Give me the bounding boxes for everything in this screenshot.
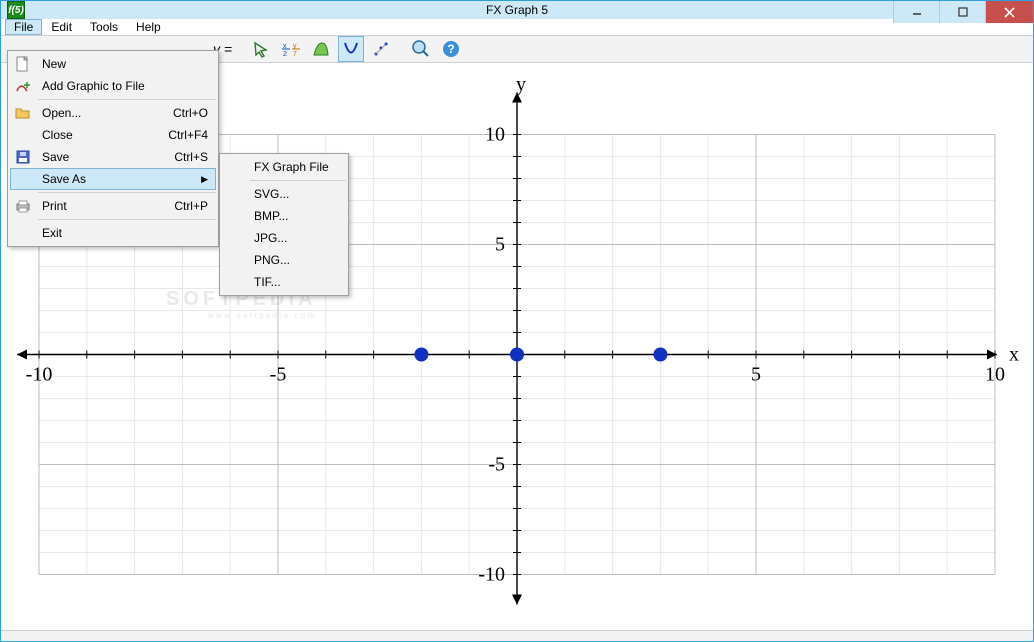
submenu-arrow-icon: ▶: [201, 174, 208, 185]
svg-text:y: y: [516, 74, 526, 96]
submenu-png[interactable]: PNG...: [222, 249, 346, 271]
window-title: FX Graph 5: [1, 3, 1033, 17]
statusbar: [1, 630, 1033, 641]
svg-text:2: 2: [283, 51, 287, 58]
svg-text:-10: -10: [26, 364, 53, 386]
open-folder-icon: [14, 104, 32, 122]
window-controls: [893, 1, 1033, 23]
points-tool-icon[interactable]: [368, 36, 394, 62]
titlebar: f(5) FX Graph 5: [1, 1, 1033, 19]
svg-text:?: ?: [447, 42, 454, 56]
save-disk-icon: [14, 148, 32, 166]
submenu-bmp[interactable]: BMP...: [222, 205, 346, 227]
close-button[interactable]: [985, 1, 1033, 23]
submenu-fxgraph[interactable]: FX Graph File: [222, 156, 346, 178]
menuitem-close[interactable]: CloseCtrl+F4: [10, 124, 216, 146]
svg-text:-5: -5: [488, 454, 505, 476]
menu-separator: [38, 99, 216, 100]
svg-text:x: x: [1009, 344, 1019, 366]
menuitem-print[interactable]: PrintCtrl+P: [10, 195, 216, 217]
submenu-tif[interactable]: TIF...: [222, 271, 346, 293]
menu-file[interactable]: File: [5, 19, 42, 35]
svg-text:5: 5: [495, 234, 505, 256]
svg-text:-5: -5: [270, 364, 287, 386]
file-menu-dropdown: New Add Graphic to File Open...Ctrl+O Cl…: [7, 50, 219, 247]
menu-separator: [38, 219, 216, 220]
menuitem-exit[interactable]: Exit: [10, 222, 216, 244]
add-graphic-icon: [14, 77, 32, 95]
menu-separator: [250, 180, 346, 181]
app-window: f(5) FX Graph 5 File Edit Tools Help y =: [0, 0, 1034, 642]
svg-text:5: 5: [751, 364, 761, 386]
menu-separator: [38, 192, 216, 193]
menubar: File Edit Tools Help: [1, 19, 1033, 36]
minimize-button[interactable]: [893, 1, 939, 23]
print-icon: [14, 197, 32, 215]
app-icon: f(5): [7, 1, 25, 19]
svg-text:-10: -10: [478, 564, 505, 586]
svg-text:10: 10: [985, 364, 1005, 386]
arrow-tool-icon[interactable]: [248, 36, 274, 62]
menu-edit[interactable]: Edit: [42, 19, 81, 35]
menuitem-add-graphic[interactable]: Add Graphic to File: [10, 75, 216, 97]
fraction-tool-icon[interactable]: x2y7: [278, 36, 304, 62]
menuitem-save-as[interactable]: Save As▶: [10, 168, 216, 190]
svg-text:10: 10: [485, 124, 505, 146]
submenu-svg[interactable]: SVG...: [222, 183, 346, 205]
submenu-jpg[interactable]: JPG...: [222, 227, 346, 249]
menuitem-new[interactable]: New: [10, 53, 216, 75]
integral-tool-icon[interactable]: [308, 36, 334, 62]
maximize-button[interactable]: [939, 1, 985, 23]
parabola-tool-icon[interactable]: [338, 36, 364, 62]
menu-help[interactable]: Help: [127, 19, 170, 35]
menuitem-save[interactable]: SaveCtrl+S: [10, 146, 216, 168]
zoom-tool-icon[interactable]: [408, 36, 434, 62]
menu-tools[interactable]: Tools: [81, 19, 127, 35]
new-file-icon: [14, 55, 32, 73]
svg-text:7: 7: [293, 51, 297, 58]
save-as-submenu: FX Graph File SVG... BMP... JPG... PNG..…: [219, 153, 349, 296]
help-tool-icon[interactable]: ?: [438, 36, 464, 62]
menuitem-open[interactable]: Open...Ctrl+O: [10, 102, 216, 124]
